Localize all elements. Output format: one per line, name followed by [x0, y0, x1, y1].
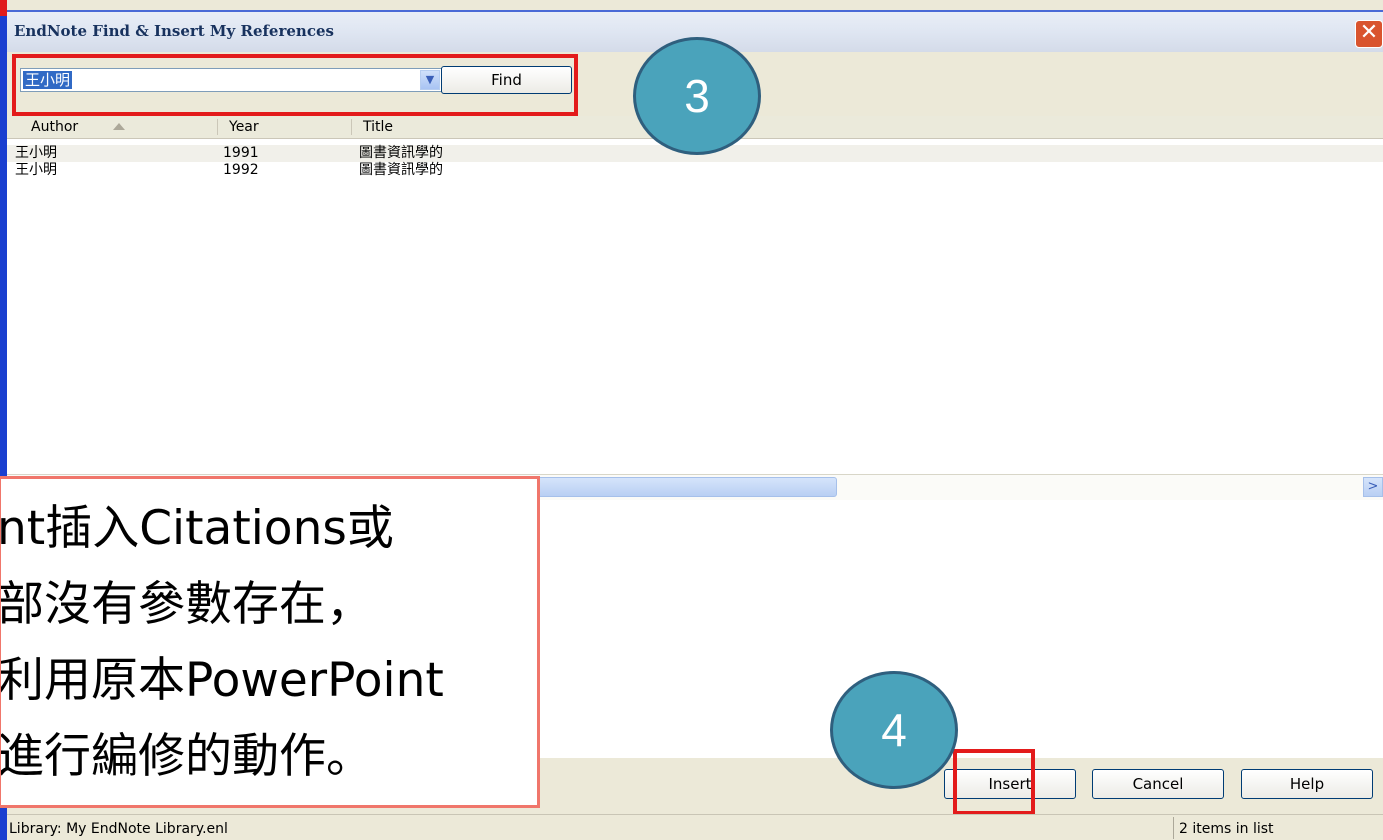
- cancel-button[interactable]: Cancel: [1092, 769, 1224, 799]
- endnote-dialog: EndNote Find & Insert My References ✕ 王小…: [0, 0, 1383, 840]
- column-divider[interactable]: [351, 119, 352, 135]
- callout-text: nt插入Citations或 部沒有參數存在， 利用原本PowerPoint 進行編修…: [0, 491, 444, 795]
- callout-line: 部沒有參數存在，: [0, 577, 373, 632]
- callout-line: nt插入Citations或: [0, 501, 394, 556]
- scroll-right-icon[interactable]: >: [1363, 477, 1383, 497]
- window-title: EndNote Find & Insert My References: [14, 22, 334, 40]
- references-list[interactable]: Author Year Title 王小明 1991 圖書資訊學的 王小明 19…: [7, 116, 1383, 474]
- column-divider[interactable]: [217, 119, 218, 135]
- table-row[interactable]: 王小明 1992 圖書資訊學的: [7, 162, 1383, 179]
- scrollbar-thumb[interactable]: [527, 477, 837, 497]
- cell-year: 1991: [223, 145, 259, 161]
- status-divider: [1173, 817, 1174, 839]
- close-button[interactable]: ✕: [1355, 20, 1383, 48]
- close-icon: ✕: [1359, 20, 1379, 45]
- cell-author: 王小明: [15, 162, 57, 178]
- cell-year: 1992: [223, 162, 259, 178]
- help-button[interactable]: Help: [1241, 769, 1373, 799]
- cancel-label: Cancel: [1132, 775, 1184, 793]
- step-4-marker: 4: [830, 671, 958, 789]
- annotation-callout: nt插入Citations或 部沒有參數存在， 利用原本PowerPoint 進行編修…: [0, 476, 540, 808]
- step-3-marker: 3: [633, 37, 761, 155]
- column-author[interactable]: Author: [31, 119, 78, 135]
- sort-ascending-icon: [113, 123, 125, 130]
- callout-line: 利用原本PowerPoint: [0, 653, 444, 708]
- cell-author: 王小明: [15, 145, 57, 161]
- cell-title: 圖書資訊學的: [359, 162, 443, 178]
- callout-line: 進行編修的動作。: [0, 729, 373, 784]
- highlight-box-search: [12, 54, 578, 116]
- column-year[interactable]: Year: [229, 119, 259, 135]
- column-title[interactable]: Title: [363, 119, 393, 135]
- help-label: Help: [1289, 775, 1325, 793]
- library-status: Library: My EndNote Library.enl: [9, 821, 228, 837]
- cell-title: 圖書資訊學的: [359, 145, 443, 161]
- status-bar: Library: My EndNote Library.enl 2 items …: [7, 814, 1383, 840]
- highlight-box-insert: [953, 749, 1035, 815]
- item-count: 2 items in list: [1179, 821, 1274, 837]
- window-edge-accent: [0, 0, 7, 16]
